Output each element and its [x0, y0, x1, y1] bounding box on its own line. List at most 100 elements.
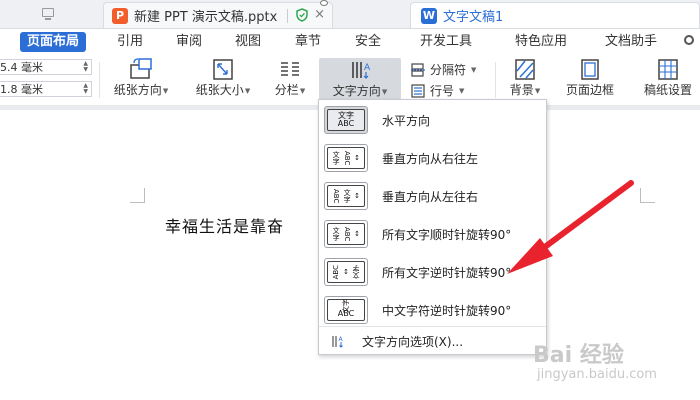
text-direction-icon: A [352, 62, 371, 79]
breaks-button[interactable]: 分隔符 ▼ [410, 61, 476, 78]
paper-orientation-icon [130, 58, 152, 79]
paper-size-button[interactable]: 纸张大小▼ [186, 57, 260, 101]
background-icon [515, 59, 535, 80]
margin-top-input[interactable]: 5.4 毫米 ▲ ▼ [0, 59, 92, 75]
cjk-rotate-ccw-icon: 文字 ABC [324, 296, 368, 324]
document-text[interactable]: 幸福生活是靠奋 [165, 213, 284, 237]
arrow-down-icon: ↕ [354, 230, 360, 238]
icon-glyph-text: 文字 [332, 151, 341, 165]
rotate-cw-icon: 文字 ABC ↕ [324, 220, 368, 248]
tab-doc-assistant[interactable]: 文档助手 [605, 32, 657, 52]
spinner-arrows-icon[interactable]: ▲ ▼ [83, 61, 88, 73]
watermark-url: jingyan.baidu.com [537, 367, 657, 382]
svg-text:A: A [364, 63, 371, 73]
title-tab-bar: P 新建 PPT 演示文稿.pptx × W 文字文稿1 [0, 0, 700, 29]
window-drag-handle[interactable] [320, 0, 328, 6]
tab-ppt-document[interactable]: P 新建 PPT 演示文稿.pptx × [103, 2, 333, 28]
menu-item-label: 水平方向 [382, 113, 431, 128]
chevron-down-icon: ▼ [471, 65, 477, 74]
tab-references[interactable]: 引用 [117, 32, 143, 52]
breaks-icon [411, 62, 425, 77]
icon-glyph-abc: ABC [332, 264, 341, 280]
baidu-watermark: Bai 经验 jingyan.baidu.com [533, 337, 663, 392]
icon-glyph-text: 文字 [351, 265, 360, 279]
margin-bottom-value: 1.8 毫米 [0, 83, 43, 96]
icon-glyph-abc: ABC [343, 150, 352, 166]
tab-security[interactable]: 安全 [355, 32, 381, 52]
menu-item-label: 垂直方向从左往右 [382, 189, 479, 204]
menu-item-horizontal[interactable]: 文字 ABC 水平方向 [324, 102, 542, 138]
close-tab-icon[interactable]: × [314, 7, 325, 22]
page-border-button[interactable]: 页面边框 [558, 57, 622, 101]
tab-page-layout[interactable]: 页面布局 [20, 32, 87, 52]
text-direction-options-label: 文字方向选项(X)... [362, 334, 464, 349]
text-direction-options-icon: A [332, 336, 344, 348]
arrow-down-icon: ↕ [343, 268, 349, 276]
text-direction-options-item[interactable]: A 文字方向选项(X)... [319, 326, 546, 355]
tab-review[interactable]: 审阅 [176, 32, 202, 52]
page-border-icon [581, 59, 599, 80]
search-icon[interactable] [684, 35, 694, 45]
vertical-ltr-icon: ABC 文字 ↕ [324, 182, 368, 210]
ribbon-divider [99, 62, 100, 98]
monitor-icon[interactable] [42, 8, 54, 17]
grid-paper-icon [658, 59, 678, 80]
tab-special-apps[interactable]: 特色应用 [515, 32, 567, 52]
ppt-app-icon: P [112, 7, 128, 24]
menu-item-cjk-rotate-ccw[interactable]: 文字 ABC 中文字符逆时针旋转90° [324, 292, 542, 328]
chevron-down-icon: ▼ [299, 86, 306, 95]
icon-glyph-text: 文字 [332, 227, 341, 241]
paper-orientation-button[interactable]: 纸张方向▼ [104, 57, 178, 101]
chevron-down-icon: ▼ [381, 87, 388, 96]
menu-item-rotate-cw[interactable]: 文字 ABC ↕ 所有文字顺时针旋转90° [324, 216, 542, 252]
icon-glyph-text: 文字 [343, 189, 352, 203]
tab-developer[interactable]: 开发工具 [420, 32, 472, 52]
menu-item-label: 垂直方向从右往左 [382, 151, 479, 166]
horizontal-text-icon: 文字 ABC [324, 106, 368, 134]
menu-item-label: 所有文字顺时针旋转90° [382, 227, 512, 242]
paper-orientation-label: 纸张方向 [113, 83, 162, 97]
chevron-down-icon: ▼ [244, 86, 251, 95]
shield-icon[interactable] [296, 8, 308, 22]
page-corner-mark [130, 188, 145, 203]
menu-item-vertical-ltr[interactable]: ABC 文字 ↕ 垂直方向从左往右 [324, 178, 542, 214]
margin-top-value: 5.4 毫米 [0, 61, 43, 74]
background-button[interactable]: 背景▼ [500, 57, 550, 101]
page-border-label: 页面边框 [565, 83, 614, 97]
icon-glyph-abc: ABC [343, 226, 352, 242]
tab-divider [287, 9, 288, 23]
line-numbers-button[interactable]: 行号 ▼ [410, 82, 464, 99]
tab-view[interactable]: 视图 [235, 32, 261, 52]
icon-glyph-abc: ABC [337, 119, 355, 128]
menu-bar: 页面布局 引用 审阅 视图 章节 安全 开发工具 特色应用 文档助手 [0, 29, 700, 55]
menu-item-rotate-ccw[interactable]: ABC ↕ 文字 所有文字逆时针旋转90° [324, 254, 542, 290]
monitor-stand-icon [45, 18, 51, 20]
chevron-down-icon: ▼ [459, 86, 465, 95]
tab-sections[interactable]: 章节 [295, 32, 321, 52]
tab-word-title: 文字文稿1 [443, 10, 504, 25]
line-numbers-icon [411, 83, 425, 98]
paper-size-icon [213, 59, 233, 80]
arrow-down-icon: ↕ [354, 154, 360, 162]
line-numbers-label: 行号 [430, 84, 455, 98]
background-label: 背景 [509, 83, 534, 97]
arrow-down-icon: ↕ [354, 192, 360, 200]
vertical-rtl-icon: 文字 ABC ↕ [324, 144, 368, 172]
icon-glyph-text: 文字 [342, 299, 350, 313]
text-direction-button[interactable]: A 文字方向▼ [319, 58, 401, 100]
paper-settings-button[interactable]: 稿纸设置 [636, 57, 700, 101]
paper-size-label: 纸张大小 [195, 83, 244, 97]
icon-glyph-abc: ABC [332, 188, 341, 204]
columns-icon [281, 62, 299, 76]
paper-settings-label: 稿纸设置 [643, 83, 692, 97]
text-direction-label: 文字方向 [332, 84, 381, 98]
watermark-brand: Bai 经验 [533, 343, 624, 368]
rotate-ccw-icon: ABC ↕ 文字 [324, 258, 368, 286]
spinner-arrows-icon[interactable]: ▲ ▼ [83, 83, 88, 95]
tab-word-document[interactable]: W 文字文稿1 [410, 2, 700, 28]
word-app-icon: W [421, 7, 437, 24]
menu-item-vertical-rtl[interactable]: 文字 ABC ↕ 垂直方向从右往左 [324, 140, 542, 176]
page-corner-mark [640, 188, 655, 203]
margin-bottom-input[interactable]: 1.8 毫米 ▲ ▼ [0, 81, 92, 97]
columns-button[interactable]: 分栏▼ [268, 57, 312, 101]
